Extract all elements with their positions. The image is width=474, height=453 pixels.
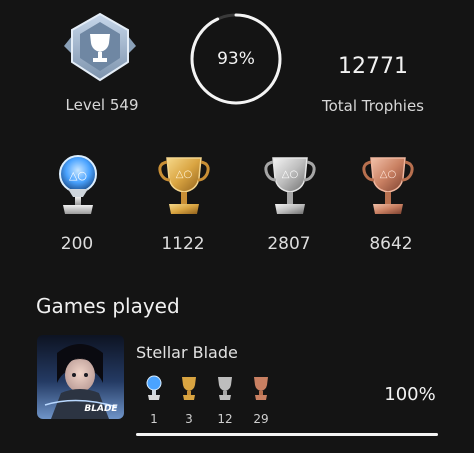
game-progress-percent: 100% — [384, 384, 436, 405]
bronze-trophy-icon: △○ — [357, 152, 419, 220]
cover-logo-text: BLADE — [84, 404, 118, 414]
completion-percent: 93% — [217, 49, 255, 69]
svg-text:△○: △○ — [69, 169, 87, 182]
mini-bronze-count: 29 — [253, 412, 269, 426]
silver-count: 2807 — [267, 234, 311, 254]
svg-text:△○: △○ — [176, 169, 192, 180]
game-progress-bar — [136, 433, 438, 436]
game-progress-fill — [136, 433, 438, 436]
mini-platinum-trophy-icon — [143, 374, 165, 402]
mini-gold-trophy-icon — [178, 374, 200, 402]
mini-platinum-count: 1 — [150, 412, 158, 426]
mini-silver-count: 12 — [217, 412, 233, 426]
bronze-count: 8642 — [369, 234, 413, 254]
gold-count: 1122 — [161, 234, 205, 254]
level-label: Level 549 — [65, 96, 139, 114]
total-trophies-label: Total Trophies — [321, 97, 424, 115]
silver-trophy-icon: △○ — [259, 152, 321, 220]
svg-text:△○: △○ — [282, 169, 298, 180]
level-badge-icon — [62, 10, 138, 86]
gold-trophy-icon: △○ — [153, 152, 215, 220]
game-title[interactable]: Stellar Blade — [136, 343, 238, 362]
game-cover-art[interactable]: BLADE — [37, 335, 124, 419]
games-played-heading: Games played — [36, 294, 180, 318]
platinum-count: 200 — [60, 234, 94, 254]
total-trophies-count: 12771 — [338, 54, 408, 79]
mini-bronze-trophy-icon — [250, 374, 272, 402]
mini-gold-count: 3 — [185, 412, 193, 426]
mini-silver-trophy-icon — [214, 374, 236, 402]
platinum-trophy-icon: △○ — [47, 152, 109, 220]
svg-text:△○: △○ — [380, 169, 396, 180]
